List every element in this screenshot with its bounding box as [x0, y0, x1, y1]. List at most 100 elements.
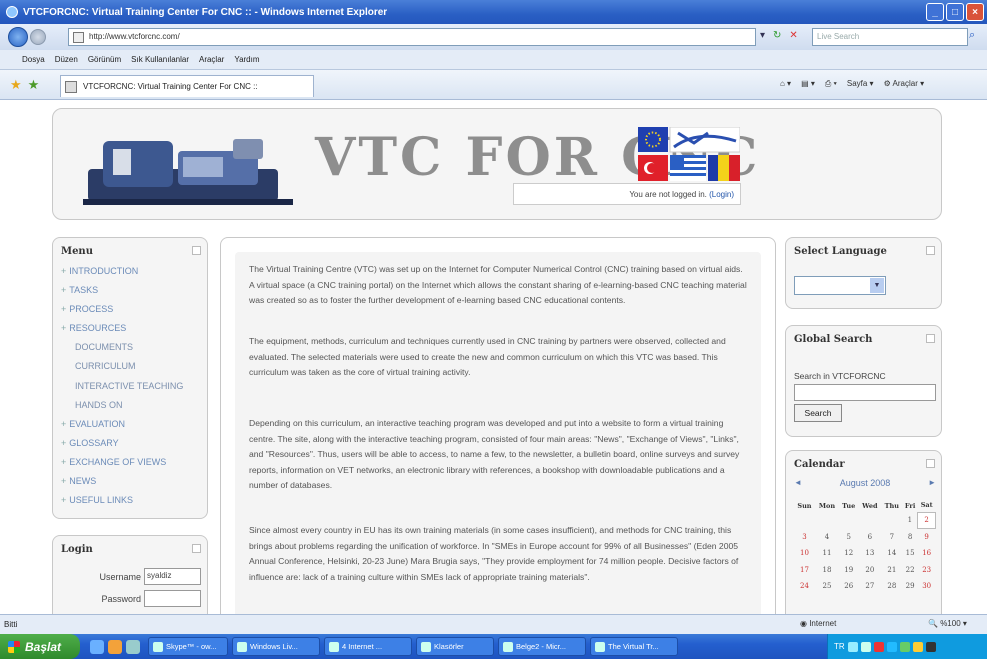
calendar-day[interactable]: 24 — [794, 578, 815, 595]
calendar-day[interactable]: 12 — [839, 545, 858, 562]
login-link[interactable]: (Login) — [709, 190, 734, 199]
taskbar-button[interactable]: 4 Internet ... — [324, 637, 412, 656]
maximize-button[interactable]: □ — [946, 3, 964, 21]
forward-button[interactable] — [30, 29, 46, 45]
prev-month-icon[interactable]: ◄ — [794, 478, 802, 487]
search-icon[interactable]: ⌕ — [969, 29, 975, 42]
back-button[interactable] — [8, 27, 28, 47]
calendar-day[interactable]: 13 — [858, 545, 881, 562]
menu-item-hands-on[interactable]: HANDS ON — [61, 400, 206, 419]
print-icon[interactable]: ⎙ ▾ — [825, 79, 837, 89]
menu-item-curriculum[interactable]: CURRICULUM — [61, 361, 206, 380]
feeds-icon[interactable]: ▤ ▾ — [801, 79, 815, 89]
site-search-input[interactable] — [794, 384, 936, 401]
menu-view[interactable]: Görünüm — [88, 55, 121, 64]
collapse-icon[interactable] — [926, 334, 935, 343]
menu-item-useful-links[interactable]: + USEFUL LINKS — [61, 495, 206, 514]
zoom-level[interactable]: 🔍 %100 ▾ — [928, 619, 967, 628]
volume-icon[interactable] — [860, 641, 871, 652]
calendar-day[interactable]: 3 — [794, 529, 815, 546]
calendar-day[interactable]: 23 — [918, 562, 936, 579]
taskbar-button[interactable]: The Virtual Tr... — [590, 637, 678, 656]
menu-item-exchange-of-views[interactable]: + EXCHANGE OF VIEWS — [61, 457, 206, 476]
network-icon[interactable] — [847, 641, 858, 652]
taskbar-button[interactable]: Belge2 - Micr... — [498, 637, 586, 656]
menu-file[interactable]: Dosya — [22, 55, 45, 64]
menu-item-tasks[interactable]: + TASKS — [61, 285, 206, 304]
tools-menu[interactable]: ⚙ Araçlar ▾ — [884, 79, 925, 89]
calendar-day[interactable]: 18 — [815, 562, 839, 579]
taskbar-button[interactable]: Windows Liv... — [232, 637, 320, 656]
calendar-day[interactable]: 16 — [918, 545, 936, 562]
password-field[interactable] — [144, 590, 201, 607]
calendar-day[interactable]: 11 — [815, 545, 839, 562]
stop-icon[interactable]: ✕ — [789, 30, 797, 41]
dropdown-icon[interactable]: ▾ — [760, 30, 765, 41]
calendar-day[interactable]: 7 — [881, 529, 902, 546]
search-button[interactable]: Search — [794, 404, 842, 422]
menu-edit[interactable]: Düzen — [55, 55, 78, 64]
menu-item-process[interactable]: + PROCESS — [61, 304, 206, 323]
language-select[interactable]: ▼ — [794, 276, 886, 295]
calendar-day[interactable]: 22 — [902, 562, 917, 579]
update-tray-icon[interactable] — [912, 641, 923, 652]
calendar-day[interactable]: 2 — [917, 511, 936, 529]
menu-item-resources[interactable]: + RESOURCES — [61, 323, 206, 342]
menu-help[interactable]: Yardım — [234, 55, 259, 64]
next-month-icon[interactable]: ► — [928, 478, 936, 487]
taskbar-button[interactable]: Skype™ - ow... — [148, 637, 228, 656]
calendar-day[interactable]: 9 — [918, 529, 936, 546]
calendar-day[interactable]: 1 — [902, 512, 917, 529]
messenger-tray-icon[interactable] — [899, 641, 910, 652]
tab-vtcforcnc[interactable]: VTCFORCNC: Virtual Training Center For C… — [60, 75, 314, 97]
menu-item-news[interactable]: + NEWS — [61, 476, 206, 495]
chevron-down-icon[interactable]: ▼ — [870, 278, 884, 293]
calendar-day[interactable]: 27 — [858, 578, 881, 595]
calendar-day[interactable]: 26 — [839, 578, 858, 595]
menu-item-glossary[interactable]: + GLOSSARY — [61, 438, 206, 457]
calendar-day[interactable]: 6 — [858, 529, 881, 546]
calendar-day[interactable]: 17 — [794, 562, 815, 579]
calendar-day[interactable]: 15 — [902, 545, 917, 562]
close-button[interactable]: × — [966, 3, 984, 21]
calendar-day[interactable]: 21 — [881, 562, 902, 579]
calendar-day[interactable]: 10 — [794, 545, 815, 562]
battery-icon[interactable] — [925, 641, 936, 652]
menu-item-introduction[interactable]: + INTRODUCTION — [61, 266, 206, 285]
collapse-icon[interactable] — [192, 246, 201, 255]
collapse-icon[interactable] — [926, 459, 935, 468]
calendar-day[interactable]: 29 — [902, 578, 917, 595]
calendar-day[interactable]: 4 — [815, 529, 839, 546]
browser-quicklaunch-icon[interactable] — [108, 639, 122, 654]
address-input[interactable]: http://www.vtcforcnc.com/ — [68, 28, 756, 46]
collapse-icon[interactable] — [192, 544, 201, 553]
page-menu[interactable]: Sayfa ▾ — [847, 79, 874, 89]
calendar-day[interactable]: 30 — [918, 578, 936, 595]
calendar-day[interactable]: 14 — [881, 545, 902, 562]
search-input[interactable]: Live Search — [812, 28, 968, 46]
username-field[interactable]: syaldiz — [144, 568, 201, 585]
antivirus-icon[interactable] — [873, 641, 884, 652]
menu-item-documents[interactable]: DOCUMENTS — [61, 342, 206, 361]
collapse-icon[interactable] — [926, 246, 935, 255]
menu-item-interactive-teaching[interactable]: INTERACTIVE TEACHING — [61, 381, 206, 400]
refresh-icon[interactable]: ↻ — [773, 30, 781, 41]
home-icon[interactable]: ⌂ ▾ — [780, 79, 791, 89]
desktop-quicklaunch-icon[interactable] — [126, 639, 140, 654]
add-favorite-icon[interactable]: ★ — [28, 77, 40, 93]
favorites-star-icon[interactable]: ★ — [10, 77, 22, 93]
ie-quicklaunch-icon[interactable] — [90, 639, 104, 654]
calendar-day[interactable]: 19 — [839, 562, 858, 579]
menu-favorites[interactable]: Sık Kullanılanlar — [131, 55, 189, 64]
minimize-button[interactable]: _ — [926, 3, 944, 21]
calendar-day[interactable]: 8 — [902, 529, 917, 546]
calendar-day[interactable]: 28 — [881, 578, 902, 595]
taskbar-button[interactable]: Klasörler — [416, 637, 494, 656]
tray-lang[interactable]: TR — [834, 642, 845, 652]
menu-tools[interactable]: Araçlar — [199, 55, 224, 64]
calendar-day[interactable]: 5 — [839, 529, 858, 546]
skype-tray-icon[interactable] — [886, 641, 897, 652]
calendar-day[interactable]: 25 — [815, 578, 839, 595]
calendar-day[interactable]: 20 — [858, 562, 881, 579]
start-button[interactable]: Başlat — [0, 634, 80, 659]
